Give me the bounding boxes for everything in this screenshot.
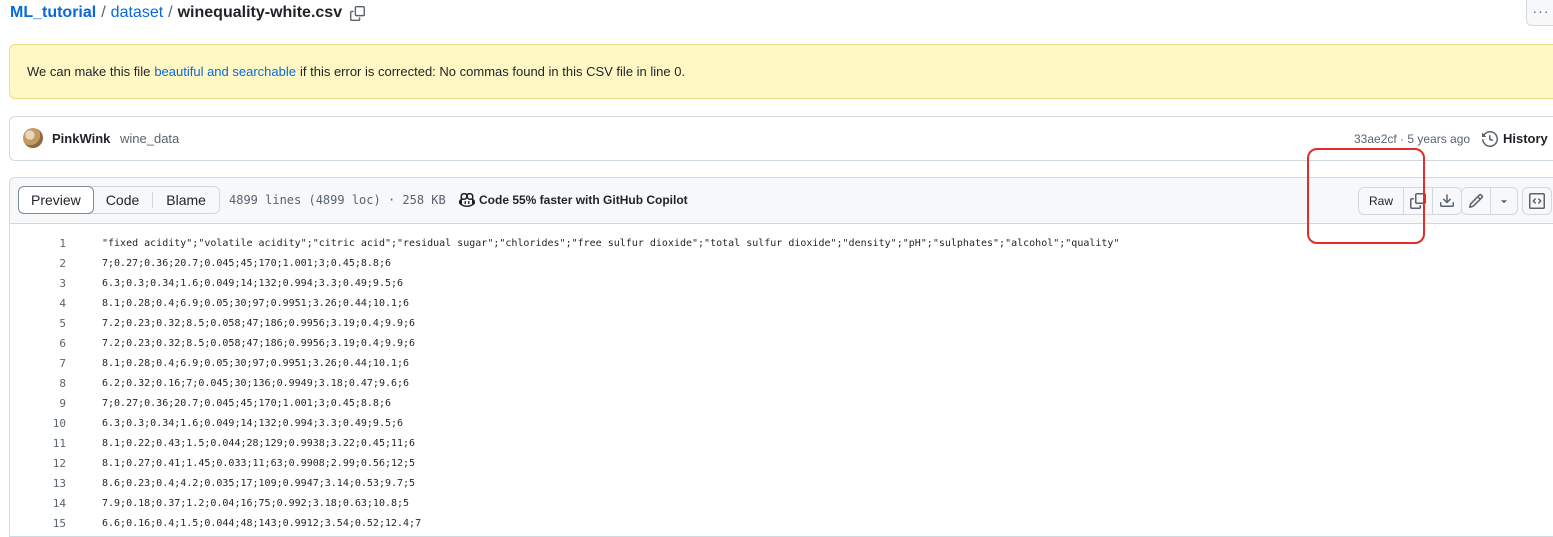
commit-meta[interactable]: 33ae2cf · 5 years ago — [1354, 132, 1470, 146]
line-text: 8.6;0.23;0.4;4.2;0.035;17;109;0.9947;3.1… — [102, 478, 416, 489]
line-number[interactable]: 3 — [10, 274, 66, 294]
history-icon — [1482, 130, 1498, 147]
line-number[interactable]: 11 — [10, 434, 66, 454]
line-number[interactable]: 14 — [10, 494, 66, 514]
breadcrumb-separator: / — [101, 4, 106, 21]
more-options-button[interactable]: ··· — [1526, 0, 1553, 26]
edit-file-button[interactable] — [1462, 188, 1490, 214]
breadcrumb: ML_tutorial / dataset / winequality-whit… — [10, 2, 366, 24]
line-text: 6.2;0.32;0.16;7;0.045;30;136;0.9949;3.18… — [102, 378, 410, 389]
line-number[interactable]: 8 — [10, 374, 66, 394]
breadcrumb-folder-link[interactable]: dataset — [111, 4, 163, 22]
copilot-icon — [459, 192, 475, 208]
kebab-icon: ··· — [1532, 3, 1550, 19]
line-number[interactable]: 10 — [10, 414, 66, 434]
avatar[interactable] — [23, 128, 43, 148]
line-number[interactable]: 1 — [10, 234, 66, 254]
line-text: 8.1;0.28;0.4;6.9;0.05;30;97;0.9951;3.26;… — [102, 298, 410, 309]
line-number[interactable]: 12 — [10, 454, 66, 474]
banner-suffix: if this error is corrected: No commas fo… — [299, 64, 686, 79]
line-text: 7.2;0.23;0.32;8.5;0.058;47;186;0.9956;3.… — [102, 318, 416, 329]
download-icon — [1440, 194, 1455, 207]
line-text: 7.9;0.18;0.37;1.2;0.04;16;75;0.992;3.18;… — [102, 498, 410, 509]
commit-message[interactable]: wine_data — [120, 131, 179, 146]
history-button[interactable]: History — [1482, 130, 1548, 147]
line-number[interactable]: 13 — [10, 474, 66, 494]
breadcrumb-separator: / — [168, 4, 173, 21]
file-header: Preview Code Blame 4899 lines (4899 loc)… — [10, 178, 1553, 224]
view-mode-toggle: Preview Code Blame — [18, 186, 220, 214]
breadcrumb-file-name: winequality-white.csv — [177, 4, 343, 21]
line-text: 6.6;0.16;0.4;1.5;0.044;48;143;0.9912;3.5… — [102, 518, 422, 529]
copy-icon — [1410, 193, 1427, 209]
copilot-label: Code 55% faster with GitHub Copilot — [479, 193, 688, 207]
tab-code[interactable]: Code — [93, 187, 152, 213]
tab-preview[interactable]: Preview — [18, 186, 94, 214]
download-button[interactable] — [1432, 188, 1461, 214]
line-number[interactable]: 7 — [10, 354, 66, 374]
breadcrumb-repo-link[interactable]: ML_tutorial — [10, 4, 96, 22]
copy-raw-button[interactable] — [1403, 188, 1432, 214]
line-text: "fixed acidity";"volatile acidity";"citr… — [102, 238, 1120, 249]
line-text: 8.1;0.28;0.4;6.9;0.05;30;97;0.9951;3.26;… — [102, 358, 410, 369]
code-square-icon — [1529, 193, 1545, 209]
line-number[interactable]: 5 — [10, 314, 66, 334]
line-text: 7;0.27;0.36;20.7;0.045;45;170;1.001;3;0.… — [102, 398, 391, 409]
pencil-icon — [1468, 193, 1484, 209]
copy-path-icon[interactable] — [350, 5, 366, 21]
copilot-promo-link[interactable]: Code 55% faster with GitHub Copilot — [459, 192, 688, 208]
edit-dropdown-button[interactable] — [1490, 188, 1517, 214]
line-number[interactable]: 4 — [10, 294, 66, 314]
csv-error-banner: We can make this file beautiful and sear… — [9, 44, 1553, 99]
line-text: 7;0.27;0.36;20.7;0.045;45;170;1.001;3;0.… — [102, 258, 391, 269]
symbols-panel-button[interactable] — [1522, 187, 1552, 215]
edit-actions-group — [1461, 187, 1518, 215]
raw-actions-group: Raw — [1358, 187, 1463, 215]
file-viewer: Preview Code Blame 4899 lines (4899 loc)… — [9, 177, 1553, 537]
banner-prefix: We can make this file — [27, 64, 151, 79]
line-number[interactable]: 2 — [10, 254, 66, 274]
line-number[interactable]: 6 — [10, 334, 66, 354]
file-info: 4899 lines (4899 loc) · 258 KB — [229, 193, 446, 207]
latest-commit-box: PinkWink wine_data 33ae2cf · 5 years ago… — [9, 116, 1553, 161]
line-number[interactable]: 9 — [10, 394, 66, 414]
line-text: 7.2;0.23;0.32;8.5;0.058;47;186;0.9956;3.… — [102, 338, 416, 349]
tab-blame[interactable]: Blame — [153, 187, 219, 213]
line-text: 6.3;0.3;0.34;1.6;0.049;14;132;0.994;3.3;… — [102, 278, 404, 289]
banner-link[interactable]: beautiful and searchable — [154, 64, 296, 79]
line-number[interactable]: 15 — [10, 514, 66, 534]
line-text: 6.3;0.3;0.34;1.6;0.049;14;132;0.994;3.3;… — [102, 418, 404, 429]
history-label: History — [1503, 131, 1548, 146]
line-text: 8.1;0.27;0.41;1.45;0.033;11;63;0.9908;2.… — [102, 458, 416, 469]
raw-button[interactable]: Raw — [1359, 188, 1403, 214]
commit-author[interactable]: PinkWink — [52, 131, 110, 146]
line-text: 8.1;0.22;0.43;1.5;0.044;28;129;0.9938;3.… — [102, 438, 416, 449]
triangle-down-icon — [1501, 200, 1507, 204]
